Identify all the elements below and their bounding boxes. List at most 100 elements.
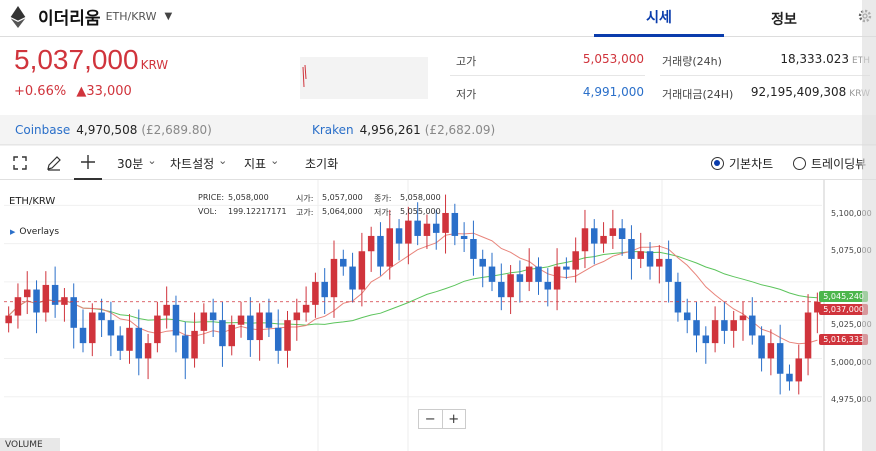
candle-body [265,312,273,328]
change-amount: ▲33,000 [76,84,132,99]
candle-body [563,266,570,270]
candle-body [702,335,710,344]
ethereum-icon [10,5,26,28]
change-percent: +0.66% [14,84,67,99]
candle-body [42,284,50,313]
low-value: 4,991,000 [582,85,644,99]
coin-selector[interactable]: 이더리움 ETH/KRW ▼ [10,4,172,29]
candle-body [749,315,756,336]
candle-body [107,320,115,336]
candle-body [498,281,505,298]
exchange-prices: Coinbase 4,970,508 (£2,689.80) Kraken 4,956… [0,115,876,145]
volume-value: 18,333.023ETH [780,52,870,66]
candle-body [795,358,803,382]
chart-settings-dropdown[interactable]: 차트설정 [170,146,227,180]
fullscreen-icon[interactable] [8,146,32,180]
candle-body [628,239,635,259]
reset-button[interactable]: 초기화 [305,146,338,180]
candle-body [665,258,672,282]
candle-body [767,343,775,359]
candle-body [804,312,812,359]
candle-body [470,239,477,259]
chevron-down-icon[interactable]: ▼ [165,11,173,22]
candle-body [182,335,189,359]
candle-body [405,220,412,244]
volume-pane-label: VOLUME [0,438,60,451]
current-price-label: 5,037,000 [819,304,868,315]
zoom-in-button[interactable]: + [443,410,466,428]
candle-body [479,258,486,267]
candle-body [61,297,68,305]
candle-body [135,327,143,359]
candle-body [553,266,561,290]
coin-name: 이더리움 [38,9,101,29]
candle-body [116,335,124,351]
candle-body [247,315,254,341]
indicators-dropdown[interactable]: 지표 [244,146,279,180]
candle-body [79,327,87,344]
candle-body [786,373,793,382]
candle-body [488,266,496,282]
candle-body [432,223,440,233]
candle-body [739,315,747,321]
zoom-out-button[interactable]: − [419,410,443,428]
divider [660,75,870,76]
candle-body [451,212,459,236]
coin-pair: ETH/KRW [105,10,157,23]
candle-body [609,228,617,236]
candle-body [460,235,468,239]
price-change: +0.66% ▲33,000 [14,84,132,99]
tradingview-radio[interactable]: 트레이딩뷰 [793,146,866,180]
candle-body [191,330,198,359]
candle-body [572,251,579,270]
candle-body [358,251,366,290]
candle-body [442,212,449,233]
pencil-icon[interactable] [42,146,66,180]
overlays-toggle[interactable]: ▶ Overlays [10,227,59,237]
interval-dropdown[interactable]: 30분 [117,146,157,180]
candle-body [200,312,208,331]
candle-body [274,327,282,351]
candle-body [5,315,12,324]
candle-body [776,343,784,374]
candle-body [683,312,691,321]
price-chart[interactable]: ETH/KRW ▶ Overlays PRICE: 5,058,000 시가: 5,0… [0,180,876,451]
volume-label: 거래량(24h) [662,55,722,68]
candle-body [172,304,180,336]
candle-body [637,251,644,259]
candle-body [321,281,328,298]
candle-body [284,320,291,351]
candle-body [349,266,356,290]
ma-short-label: 5,016,333 [819,334,868,345]
candle-body [340,258,347,267]
tab-price[interactable]: 시세 [594,0,724,37]
mini-chart [300,57,428,99]
basic-chart-radio[interactable]: 기본차트 [711,146,773,180]
high-value: 5,053,000 [582,52,644,66]
ma-long-label: 5,045,240 [819,291,868,302]
candle-body [591,228,598,244]
radio-icon [793,156,806,170]
trade-value: 92,195,409,308 KRW [750,85,870,99]
candle-body [256,312,263,341]
candle-body [98,312,105,321]
candle-body [293,312,301,321]
candle-body [646,251,654,267]
exchange-kraken: Kraken 4,956,261 (£2,682.09) [312,123,496,137]
candle-body [330,258,338,298]
candle-body [33,289,40,313]
candle-body [367,235,375,252]
candle-body [525,266,533,282]
candle-body [711,320,719,344]
tab-info[interactable]: 정보 [724,0,844,37]
chart-toolbar: 30분 차트설정 지표 초기화 기본차트 트레이딩뷰 [0,146,876,180]
header: 이더리움 ETH/KRW ▼ 시세 정보 [0,0,876,37]
candle-body [600,235,607,244]
candle-body [89,312,96,344]
candle-body [219,320,226,347]
candle-body [516,274,524,282]
candle-body [395,228,403,244]
candle-body [126,327,133,351]
crosshair-icon[interactable] [74,146,102,180]
candle-body [721,320,728,331]
